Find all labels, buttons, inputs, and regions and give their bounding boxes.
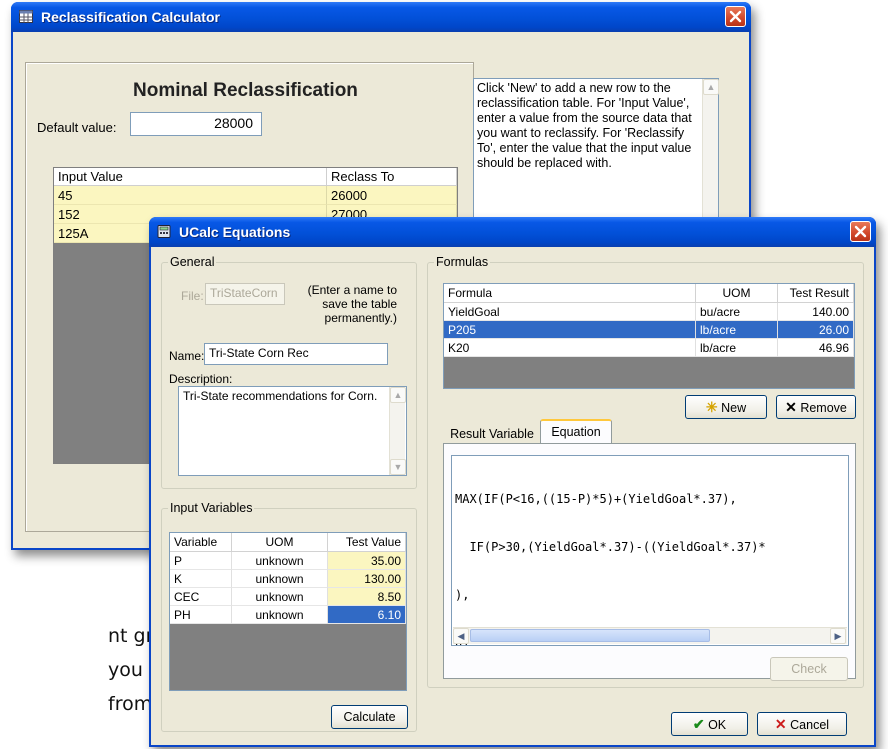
ucalc-title: UCalc Equations xyxy=(179,224,291,240)
column-header-uom[interactable]: UOM xyxy=(696,284,778,303)
table-cell[interactable]: CEC xyxy=(170,588,232,606)
scroll-right-icon[interactable]: ▶ xyxy=(830,628,846,644)
description-scrollbar[interactable]: ▲ ▼ xyxy=(389,387,406,475)
help-text: Click 'New' to add a new row to the recl… xyxy=(477,81,692,170)
table-cell[interactable]: unknown xyxy=(232,570,328,588)
check-button[interactable]: Check xyxy=(770,657,848,681)
column-header-input-value[interactable]: Input Value xyxy=(54,168,327,186)
reclassification-title-bar[interactable]: Reclassification Calculator xyxy=(11,2,751,32)
scroll-up-icon[interactable]: ▲ xyxy=(390,387,406,403)
table-cell[interactable]: 26000 xyxy=(327,186,457,205)
help-scrollbar[interactable]: ▲ xyxy=(702,79,719,225)
reclassification-heading: Nominal Reclassification xyxy=(133,80,358,101)
reclassification-title: Reclassification Calculator xyxy=(41,9,220,25)
formulas-group-label: Formulas xyxy=(434,255,491,269)
table-cell[interactable]: unknown xyxy=(232,552,328,570)
column-header-test-result[interactable]: Test Result xyxy=(778,284,854,303)
cancel-label: Cancel xyxy=(790,718,830,732)
table-cell[interactable]: 8.50 xyxy=(328,588,406,606)
table-cell-selected[interactable]: 6.10 xyxy=(328,606,406,624)
description-text: Tri-State recommendations for Corn. xyxy=(183,389,378,403)
cancel-button[interactable]: ✕ Cancel xyxy=(757,712,847,736)
equation-line: IF(P>30,(YieldGoal*.37)-((YieldGoal*.37)… xyxy=(455,540,766,554)
table-icon xyxy=(19,10,33,23)
table-cell[interactable]: P xyxy=(170,552,232,570)
tab-result-variable[interactable]: Result Variable xyxy=(445,423,539,445)
remove-icon: ✕ xyxy=(785,399,797,415)
column-header-reclass-to[interactable]: Reclass To xyxy=(327,168,457,186)
calculate-button[interactable]: Calculate xyxy=(331,705,408,729)
column-header-variable[interactable]: Variable xyxy=(170,533,232,552)
table-cell[interactable]: 35.00 xyxy=(328,552,406,570)
formulas-grid: Formula UOM Test Result YieldGoal bu/acr… xyxy=(443,283,855,389)
input-variables-group-label: Input Variables xyxy=(168,501,255,515)
new-icon: ✳ xyxy=(705,399,718,415)
table-cell[interactable]: unknown xyxy=(232,606,328,624)
equation-horizontal-scrollbar[interactable]: ◀ ▶ xyxy=(453,627,847,644)
description-label: Description: xyxy=(169,372,233,386)
table-cell-selected[interactable]: P205 xyxy=(444,321,696,339)
input-variables-grid: Variable UOM Test Value P unknown 35.00 … xyxy=(169,532,407,691)
table-cell[interactable]: 46.96 xyxy=(778,339,854,357)
file-label: File: xyxy=(181,289,204,303)
ucalc-window: UCalc Equations General File: TriStateCo… xyxy=(149,217,876,747)
equation-editor[interactable]: MAX(IF(P<16,((15-P)*5)+(YieldGoal*.37), … xyxy=(451,455,849,646)
remove-formula-button[interactable]: ✕ Remove xyxy=(776,395,856,419)
table-cell-selected[interactable]: 26.00 xyxy=(778,321,854,339)
table-cell[interactable]: lb/acre xyxy=(696,339,778,357)
scroll-up-icon[interactable]: ▲ xyxy=(703,79,719,95)
reclassification-close-button[interactable] xyxy=(725,6,746,27)
file-input[interactable]: TriStateCorn xyxy=(205,283,285,305)
column-header-test-value[interactable]: Test Value xyxy=(328,533,406,552)
ucalc-close-button[interactable] xyxy=(850,221,871,242)
file-hint: (Enter a name to save the table permanen… xyxy=(307,283,397,325)
scroll-down-icon[interactable]: ▼ xyxy=(390,459,406,475)
table-cell[interactable]: PH xyxy=(170,606,232,624)
close-icon xyxy=(729,10,742,23)
default-value-label: Default value: xyxy=(37,120,117,135)
name-input[interactable]: Tri-State Corn Rec xyxy=(204,343,388,365)
equation-line: MAX(IF(P<16,((15-P)*5)+(YieldGoal*.37), xyxy=(455,492,737,506)
help-text-box: Click 'New' to add a new row to the recl… xyxy=(473,78,719,226)
table-cell-selected[interactable]: lb/acre xyxy=(696,321,778,339)
default-value-input[interactable]: 28000 xyxy=(130,112,262,136)
table-cell[interactable]: unknown xyxy=(232,588,328,606)
new-label: New xyxy=(721,401,747,415)
close-icon xyxy=(854,225,867,238)
description-textarea[interactable]: Tri-State recommendations for Corn. xyxy=(178,386,407,476)
calculator-icon xyxy=(157,225,171,238)
general-group-label: General xyxy=(168,255,217,269)
table-cell[interactable]: YieldGoal xyxy=(444,303,696,321)
checkmark-icon: ✔ xyxy=(692,716,705,732)
table-cell[interactable]: bu/acre xyxy=(696,303,778,321)
scrollbar-thumb[interactable] xyxy=(470,629,710,642)
name-label: Name: xyxy=(169,349,205,363)
table-cell[interactable]: K20 xyxy=(444,339,696,357)
table-cell[interactable]: 45 xyxy=(54,186,327,205)
cancel-icon: ✕ xyxy=(774,716,787,732)
remove-label: Remove xyxy=(800,401,847,415)
scroll-left-icon[interactable]: ◀ xyxy=(453,628,469,644)
column-header-uom[interactable]: UOM xyxy=(232,533,328,552)
equation-line: ), xyxy=(455,588,470,602)
ok-button[interactable]: ✔ OK xyxy=(671,712,748,736)
tab-equation[interactable]: Equation xyxy=(540,419,612,444)
table-cell[interactable]: K xyxy=(170,570,232,588)
ok-label: OK xyxy=(708,718,727,732)
column-header-formula[interactable]: Formula xyxy=(444,284,696,303)
ucalc-title-bar[interactable]: UCalc Equations xyxy=(149,217,876,247)
new-formula-button[interactable]: ✳ New xyxy=(685,395,767,419)
table-cell[interactable]: 130.00 xyxy=(328,570,406,588)
table-cell[interactable]: 140.00 xyxy=(778,303,854,321)
